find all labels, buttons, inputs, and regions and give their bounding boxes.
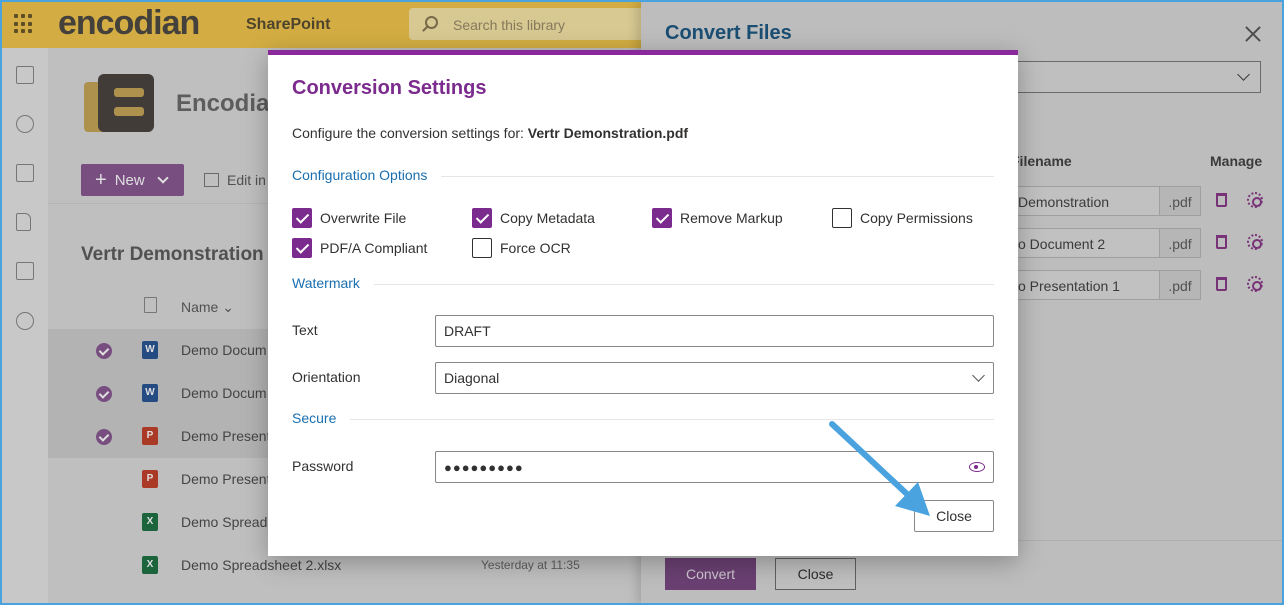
dialog-description: Configure the conversion settings for: V… <box>292 125 689 141</box>
dialog-close-button[interactable]: Close <box>914 500 994 532</box>
dialog-title: Conversion Settings <box>292 77 487 99</box>
checkbox-unchecked[interactable] <box>472 238 492 258</box>
configuration-section-header: Configuration Options <box>292 167 994 187</box>
pdfa-compliant-checkbox[interactable]: PDF/A Compliant <box>292 238 427 258</box>
checkbox-checked[interactable] <box>652 208 672 228</box>
checkbox-checked[interactable] <box>292 238 312 258</box>
checkbox-checked[interactable] <box>292 208 312 228</box>
target-file-name: Vertr Demonstration.pdf <box>527 125 689 141</box>
text-label: Text <box>292 322 318 338</box>
chevron-down-icon <box>972 369 985 382</box>
password-label: Password <box>292 458 354 474</box>
copy-permissions-checkbox[interactable]: Copy Permissions <box>832 208 973 228</box>
watermark-text-input[interactable]: DRAFT <box>435 315 994 347</box>
checkbox-checked[interactable] <box>472 208 492 228</box>
watermark-section-header: Watermark <box>292 275 994 295</box>
conversion-settings-dialog: Conversion Settings Configure the conver… <box>268 50 1018 556</box>
orientation-dropdown[interactable]: Diagonal <box>435 362 994 394</box>
secure-section-header: Secure <box>292 410 994 430</box>
password-input[interactable]: ●●●●●●●●● <box>435 451 994 483</box>
force-ocr-checkbox[interactable]: Force OCR <box>472 238 571 258</box>
eye-icon[interactable] <box>969 462 985 472</box>
orientation-label: Orientation <box>292 369 361 385</box>
overwrite-file-checkbox[interactable]: Overwrite File <box>292 208 406 228</box>
copy-metadata-checkbox[interactable]: Copy Metadata <box>472 208 595 228</box>
checkbox-unchecked[interactable] <box>832 208 852 228</box>
remove-markup-checkbox[interactable]: Remove Markup <box>652 208 783 228</box>
